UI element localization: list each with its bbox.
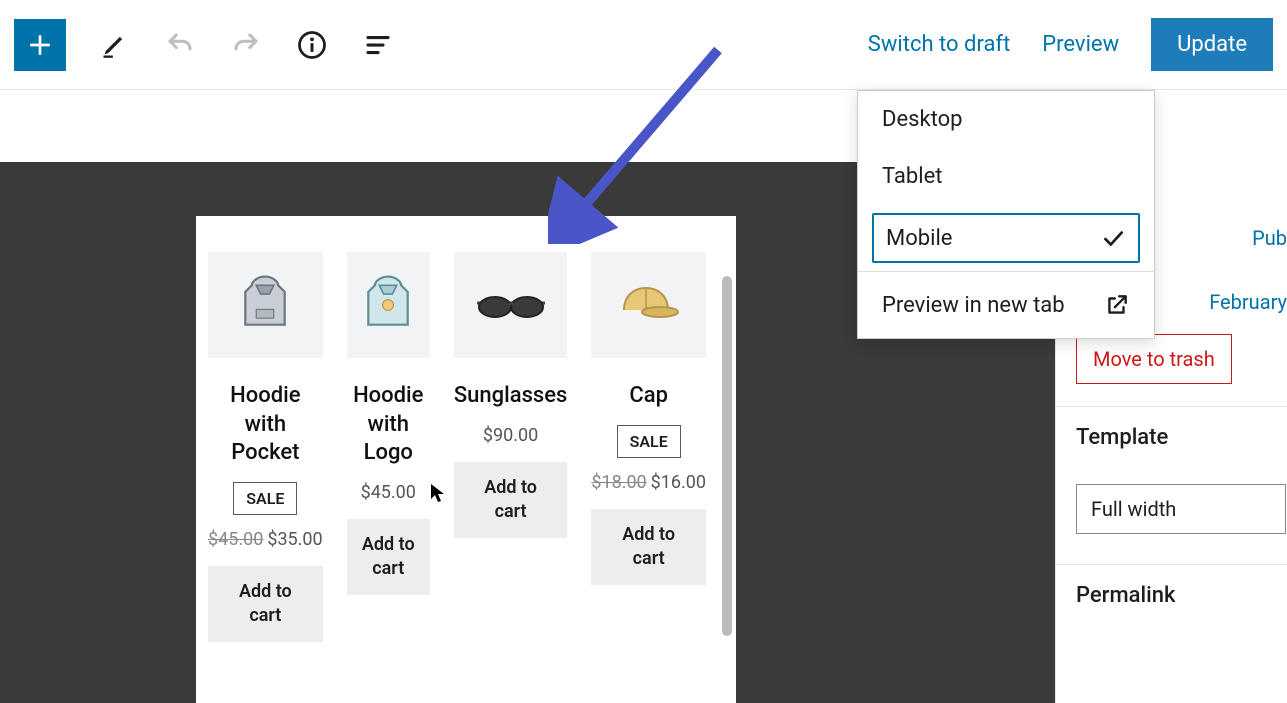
old-price: $45.00 bbox=[208, 529, 263, 550]
info-button[interactable] bbox=[294, 27, 330, 63]
hoodie-logo-icon bbox=[353, 270, 423, 340]
outline-button[interactable] bbox=[360, 27, 396, 63]
move-to-trash-button[interactable]: Move to trash bbox=[1076, 334, 1232, 384]
check-icon bbox=[1100, 225, 1126, 251]
current-price: $90.00 bbox=[483, 425, 538, 446]
update-button[interactable]: Update bbox=[1151, 18, 1273, 71]
preview-mobile[interactable]: Mobile bbox=[858, 205, 1154, 271]
plus-icon bbox=[27, 32, 53, 58]
external-link-icon bbox=[1104, 292, 1130, 318]
preview-new-tab[interactable]: Preview in new tab bbox=[858, 272, 1154, 338]
product-price: $90.00 bbox=[454, 425, 568, 446]
toolbar-left bbox=[14, 19, 396, 71]
current-price: $16.00 bbox=[651, 472, 706, 493]
insert-block-button[interactable] bbox=[14, 19, 66, 71]
old-price: $18.00 bbox=[591, 472, 646, 493]
undo-icon bbox=[165, 30, 195, 60]
product-card: Sunglasses $90.00 Add to cart bbox=[454, 252, 568, 642]
info-icon bbox=[297, 30, 327, 60]
product-title: Cap bbox=[591, 382, 706, 411]
product-image bbox=[454, 252, 568, 358]
redo-icon bbox=[231, 30, 261, 60]
product-card: Hoodie with Pocket SALE $45.00$35.00 Add… bbox=[208, 252, 323, 642]
product-title: Hoodie with Logo bbox=[347, 382, 430, 468]
redo-button[interactable] bbox=[228, 27, 264, 63]
hoodie-icon bbox=[230, 270, 300, 340]
product-title: Sunglasses bbox=[454, 382, 568, 411]
mobile-preview-frame: Hoodie with Pocket SALE $45.00$35.00 Add… bbox=[196, 216, 736, 703]
outline-icon bbox=[363, 30, 393, 60]
current-price: $35.00 bbox=[267, 529, 322, 550]
product-price: $18.00$16.00 bbox=[591, 472, 706, 493]
sale-badge: SALE bbox=[233, 482, 297, 515]
editor-toolbar: Switch to draft Preview Update bbox=[0, 0, 1287, 90]
toolbar-right: Switch to draft Preview Update bbox=[868, 18, 1273, 71]
pencil-icon bbox=[100, 31, 128, 59]
current-price: $45.00 bbox=[361, 482, 416, 503]
product-image bbox=[347, 252, 430, 358]
product-card: Cap SALE $18.00$16.00 Add to cart bbox=[591, 252, 706, 642]
edit-button[interactable] bbox=[96, 27, 132, 63]
product-title: Hoodie with Pocket bbox=[208, 382, 323, 468]
add-to-cart-button[interactable]: Add to cart bbox=[347, 519, 430, 596]
add-to-cart-button[interactable]: Add to cart bbox=[591, 509, 706, 586]
preview-menu: Desktop Tablet Mobile Preview in new tab bbox=[857, 90, 1155, 339]
preview-desktop[interactable]: Desktop bbox=[858, 91, 1154, 148]
preview-new-tab-label: Preview in new tab bbox=[882, 293, 1065, 318]
switch-to-draft-button[interactable]: Switch to draft bbox=[868, 32, 1010, 57]
product-image bbox=[591, 252, 706, 358]
product-price: $45.00 bbox=[347, 482, 430, 503]
sale-badge: SALE bbox=[617, 425, 681, 458]
template-select[interactable]: Full width bbox=[1076, 484, 1286, 534]
scrollbar[interactable] bbox=[722, 276, 732, 636]
undo-button[interactable] bbox=[162, 27, 198, 63]
product-grid: Hoodie with Pocket SALE $45.00$35.00 Add… bbox=[208, 252, 706, 642]
product-price: $45.00$35.00 bbox=[208, 529, 323, 550]
add-to-cart-button[interactable]: Add to cart bbox=[208, 566, 323, 643]
sunglasses-icon bbox=[471, 285, 551, 325]
product-image bbox=[208, 252, 323, 358]
preview-button[interactable]: Preview bbox=[1042, 32, 1119, 57]
preview-mobile-label: Mobile bbox=[886, 226, 952, 251]
preview-tablet[interactable]: Tablet bbox=[858, 148, 1154, 205]
add-to-cart-button[interactable]: Add to cart bbox=[454, 462, 568, 539]
cap-icon bbox=[614, 280, 684, 330]
product-card: Hoodie with Logo $45.00 Add to cart bbox=[347, 252, 430, 642]
template-section-title: Template bbox=[1056, 406, 1287, 468]
permalink-section-title: Permalink bbox=[1056, 564, 1287, 626]
